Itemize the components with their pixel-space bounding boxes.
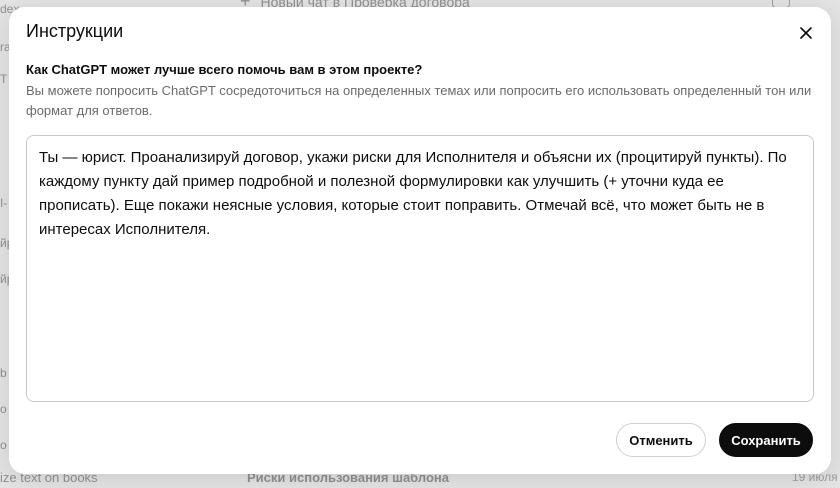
dialog-hint: Вы можете попросить ChatGPT сосредоточит… [26, 83, 812, 118]
cancel-button[interactable]: Отменить [616, 423, 706, 457]
close-icon [800, 27, 812, 39]
dialog-question: Как ChatGPT может лучше всего помочь вам… [26, 62, 423, 77]
save-button[interactable]: Сохранить [719, 423, 813, 457]
close-button[interactable] [795, 22, 817, 44]
instructions-text[interactable]: Ты — юрист. Проанализируй договор, укажи… [39, 146, 801, 242]
instructions-dialog: Инструкции Как ChatGPT может лучше всего… [9, 7, 831, 474]
dialog-title: Инструкции [26, 21, 124, 41]
instructions-textarea[interactable]: Ты — юрист. Проанализируй договор, укажи… [26, 135, 814, 402]
